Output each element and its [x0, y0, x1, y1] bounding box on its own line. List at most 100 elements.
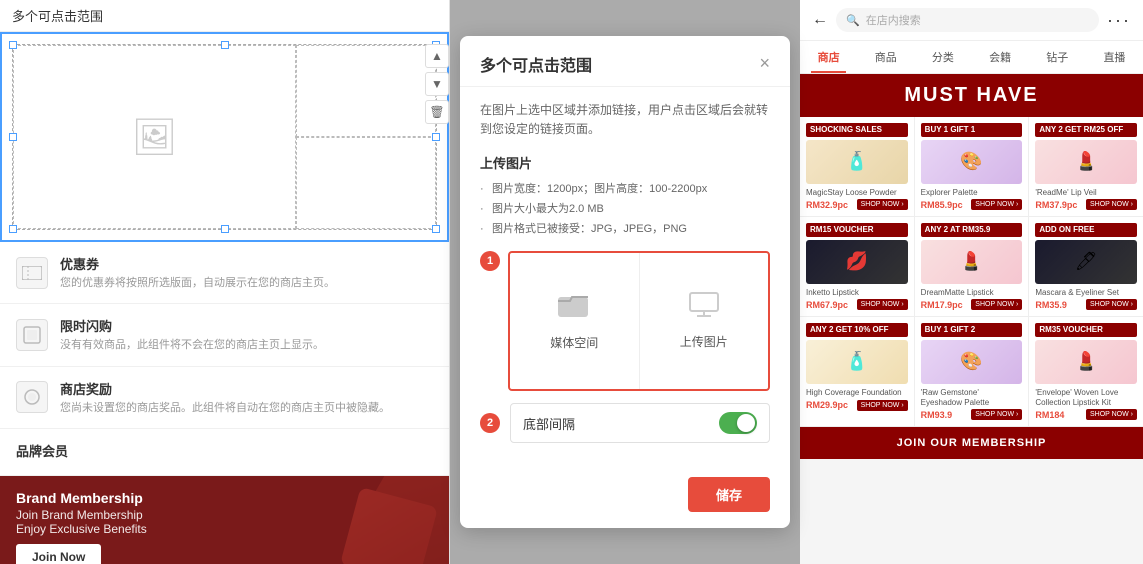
product-tag-3-3: RM35 VOUCHER [1035, 323, 1137, 337]
product-img-1-1: 🧴 [806, 140, 908, 184]
toolbar-up-btn[interactable]: ▲ [425, 44, 449, 68]
shop-now-1-3[interactable]: SHOP NOW › [1086, 199, 1137, 210]
canvas-cell-top-right[interactable] [296, 45, 436, 137]
modal-description: 在图片上选中区域并添加链接，用户点击区域后会就转到您设定的链接页面。 [480, 101, 770, 139]
toggle-label: 底部间隔 [523, 414, 575, 433]
product-price-3-3: RM184 [1035, 410, 1064, 420]
component-item-reward[interactable]: 商店奖励 您尚未设置您的商店奖品。此组件将自动在您的商店主页中被隐藏。 [0, 367, 449, 429]
product-cell-3-1[interactable]: ANY 2 GET 10% OFF 🧴 High Coverage Founda… [800, 317, 915, 426]
product-name-1-3: 'ReadMe' Lip Veil [1035, 188, 1137, 198]
step1-badge: 1 [480, 251, 500, 271]
canvas-dashed-box: 🖼 [12, 44, 437, 230]
nav-item-membership[interactable]: 会籍 [972, 41, 1029, 73]
product-cell-1-2[interactable]: BUY 1 GIFT 1 🎨 Explorer Palette RM85.9pc… [915, 117, 1030, 216]
toolbar-delete-btn[interactable]: 🗑 [425, 100, 449, 124]
product-price-row-3-2: RM93.9 SHOP NOW › [921, 409, 1023, 420]
resize-handle-bottom-left[interactable] [9, 225, 17, 233]
component-label-brand-member: 品牌会员 [16, 441, 68, 460]
upload-area[interactable]: 媒体空间 上传图片 [508, 251, 770, 391]
product-cell-2-1[interactable]: RM15 VOUCHER 💋 Inketto Lipstick RM67.9pc… [800, 217, 915, 316]
phone-search-bar[interactable]: 🔍 在店内搜索 [836, 8, 1099, 32]
shop-now-1-1[interactable]: SHOP NOW › [857, 199, 908, 210]
product-cell-1-3[interactable]: ANY 2 GET RM25 OFF 💄 'ReadMe' Lip Veil R… [1029, 117, 1143, 216]
product-cell-2-2[interactable]: ANY 2 AT RM35.9 💄 DreamMatte Lipstick RM… [915, 217, 1030, 316]
product-cell-1-1[interactable]: SHOCKING SALES 🧴 MagicStay Loose Powder … [800, 117, 915, 216]
product-img-2-1: 💋 [806, 240, 908, 284]
resize-handle-mid-left[interactable] [9, 133, 17, 141]
toggle-switch[interactable] [719, 412, 757, 434]
phone-nav: 商店 商品 分类 会籍 钻子 直播 [800, 41, 1143, 74]
coupon-icon [16, 257, 48, 289]
component-label-flash-sale: 限时闪购 [60, 316, 324, 335]
modal-box: 多个可点击范围 × 在图片上选中区域并添加链接，用户点击区域后会就转到您设定的链… [460, 36, 790, 529]
join-membership-bar[interactable]: JOIN OUR MEMBERSHIP [800, 427, 1143, 459]
product-cell-3-3[interactable]: RM35 VOUCHER 💄 'Envelope' Woven Love Col… [1029, 317, 1143, 426]
upload-section-title: 上传图片 [480, 153, 770, 172]
shop-now-2-2[interactable]: SHOP NOW › [971, 299, 1022, 310]
resize-handle-top-mid[interactable] [221, 41, 229, 49]
product-price-1-1: RM32.9pc [806, 200, 848, 210]
product-name-1-2: Explorer Palette [921, 188, 1023, 198]
phone-content: MUST HAVE SHOCKING SALES 🧴 MagicStay Loo… [800, 74, 1143, 564]
component-item-brand-member[interactable]: 品牌会员 [0, 429, 449, 476]
product-price-row-2-3: RM35.9 SHOP NOW › [1035, 299, 1137, 310]
shop-now-3-3[interactable]: SHOP NOW › [1086, 409, 1137, 420]
product-name-1-1: MagicStay Loose Powder [806, 188, 908, 198]
nav-item-shop[interactable]: 商店 [800, 41, 857, 73]
shop-now-3-2[interactable]: SHOP NOW › [971, 409, 1022, 420]
product-img-1-3: 💄 [1035, 140, 1137, 184]
product-img-2-2: 💄 [921, 240, 1023, 284]
product-tag-2-2: ANY 2 AT RM35.9 [921, 223, 1023, 237]
component-item-flash-sale[interactable]: 限时闪购 没有有效商品，此组件将不会在您的商店主页上显示。 [0, 304, 449, 366]
must-have-text: MUST HAVE [904, 84, 1038, 106]
product-cell-2-3[interactable]: ADD ON FREE 🖊 Mascara & Eyeliner Set RM3… [1029, 217, 1143, 316]
monitor-icon [689, 292, 719, 325]
phone-more-icon[interactable]: ··· [1107, 10, 1131, 31]
toggle-row: 底部间隔 [510, 403, 770, 443]
resize-handle-bottom-right[interactable] [432, 225, 440, 233]
brand-membership-banner: Brand Membership Join Brand Membership E… [0, 476, 449, 564]
canvas-inner: 🖼 [13, 45, 436, 229]
nav-item-live[interactable]: 直播 [1086, 41, 1143, 73]
resize-handle-bottom-mid[interactable] [221, 225, 229, 233]
brand-membership-line1: Join Brand Membership [16, 508, 147, 522]
flash-sale-icon [16, 319, 48, 351]
product-price-row-3-3: RM184 SHOP NOW › [1035, 409, 1137, 420]
product-img-1-2: 🎨 [921, 140, 1023, 184]
product-tag-3-1: ANY 2 GET 10% OFF [806, 323, 908, 337]
right-panel: ← 🔍 在店内搜索 ··· 商店 商品 分类 会籍 钻子 [800, 0, 1143, 564]
nav-item-category[interactable]: 分类 [914, 41, 971, 73]
component-item-coupon[interactable]: 优惠券 您的优惠券将按照所选版面，自动展示在您的商店主页。 [0, 242, 449, 304]
save-button[interactable]: 储存 [688, 477, 770, 512]
canvas-cell-left[interactable]: 🖼 [13, 45, 296, 229]
resize-handle-mid-right[interactable] [432, 133, 440, 141]
nav-item-goods[interactable]: 商品 [857, 41, 914, 73]
resize-handle-top-left[interactable] [9, 41, 17, 49]
product-price-row-3-1: RM29.9pc SHOP NOW › [806, 400, 908, 411]
join-membership-text: JOIN OUR MEMBERSHIP [897, 437, 1047, 449]
media-space-label: 媒体空间 [550, 334, 598, 351]
join-now-button[interactable]: Join Now [16, 544, 101, 564]
modal-overlay[interactable]: 多个可点击范围 × 在图片上选中区域并添加链接，用户点击区域后会就转到您设定的链… [450, 0, 800, 564]
component-desc-flash-sale: 没有有效商品，此组件将不会在您的商店主页上显示。 [60, 338, 324, 353]
product-row-3: ANY 2 GET 10% OFF 🧴 High Coverage Founda… [800, 317, 1143, 427]
nav-item-pins[interactable]: 钻子 [1029, 41, 1086, 73]
product-tag-1-2: BUY 1 GIFT 1 [921, 123, 1023, 137]
step2-row: 2 底部间隔 [480, 403, 770, 443]
media-space-option[interactable]: 媒体空间 [510, 253, 640, 389]
shop-now-1-2[interactable]: SHOP NOW › [971, 199, 1022, 210]
shop-now-2-1[interactable]: SHOP NOW › [857, 299, 908, 310]
canvas-cell-bottom-right[interactable] [296, 137, 436, 229]
shop-now-2-3[interactable]: SHOP NOW › [1086, 299, 1137, 310]
modal-footer: 储存 [460, 467, 790, 528]
upload-spec-1: 图片宽度：1200px；图片高度：100-2200px [480, 180, 770, 200]
shop-now-3-1[interactable]: SHOP NOW › [857, 400, 908, 411]
product-cell-3-2[interactable]: BUY 1 GIFT 2 🎨 'Raw Gemstone' Eyeshadow … [915, 317, 1030, 426]
toolbar-down-btn[interactable]: ▼ [425, 72, 449, 96]
upload-img-option[interactable]: 上传图片 [640, 253, 769, 389]
product-price-2-3: RM35.9 [1035, 300, 1067, 310]
phone-back-icon[interactable]: ← [812, 11, 828, 29]
canvas-area[interactable]: 🖼 ▲ ▼ 🗑 [0, 32, 449, 242]
modal-close-button[interactable]: × [759, 53, 770, 74]
search-placeholder: 在店内搜索 [866, 12, 921, 28]
